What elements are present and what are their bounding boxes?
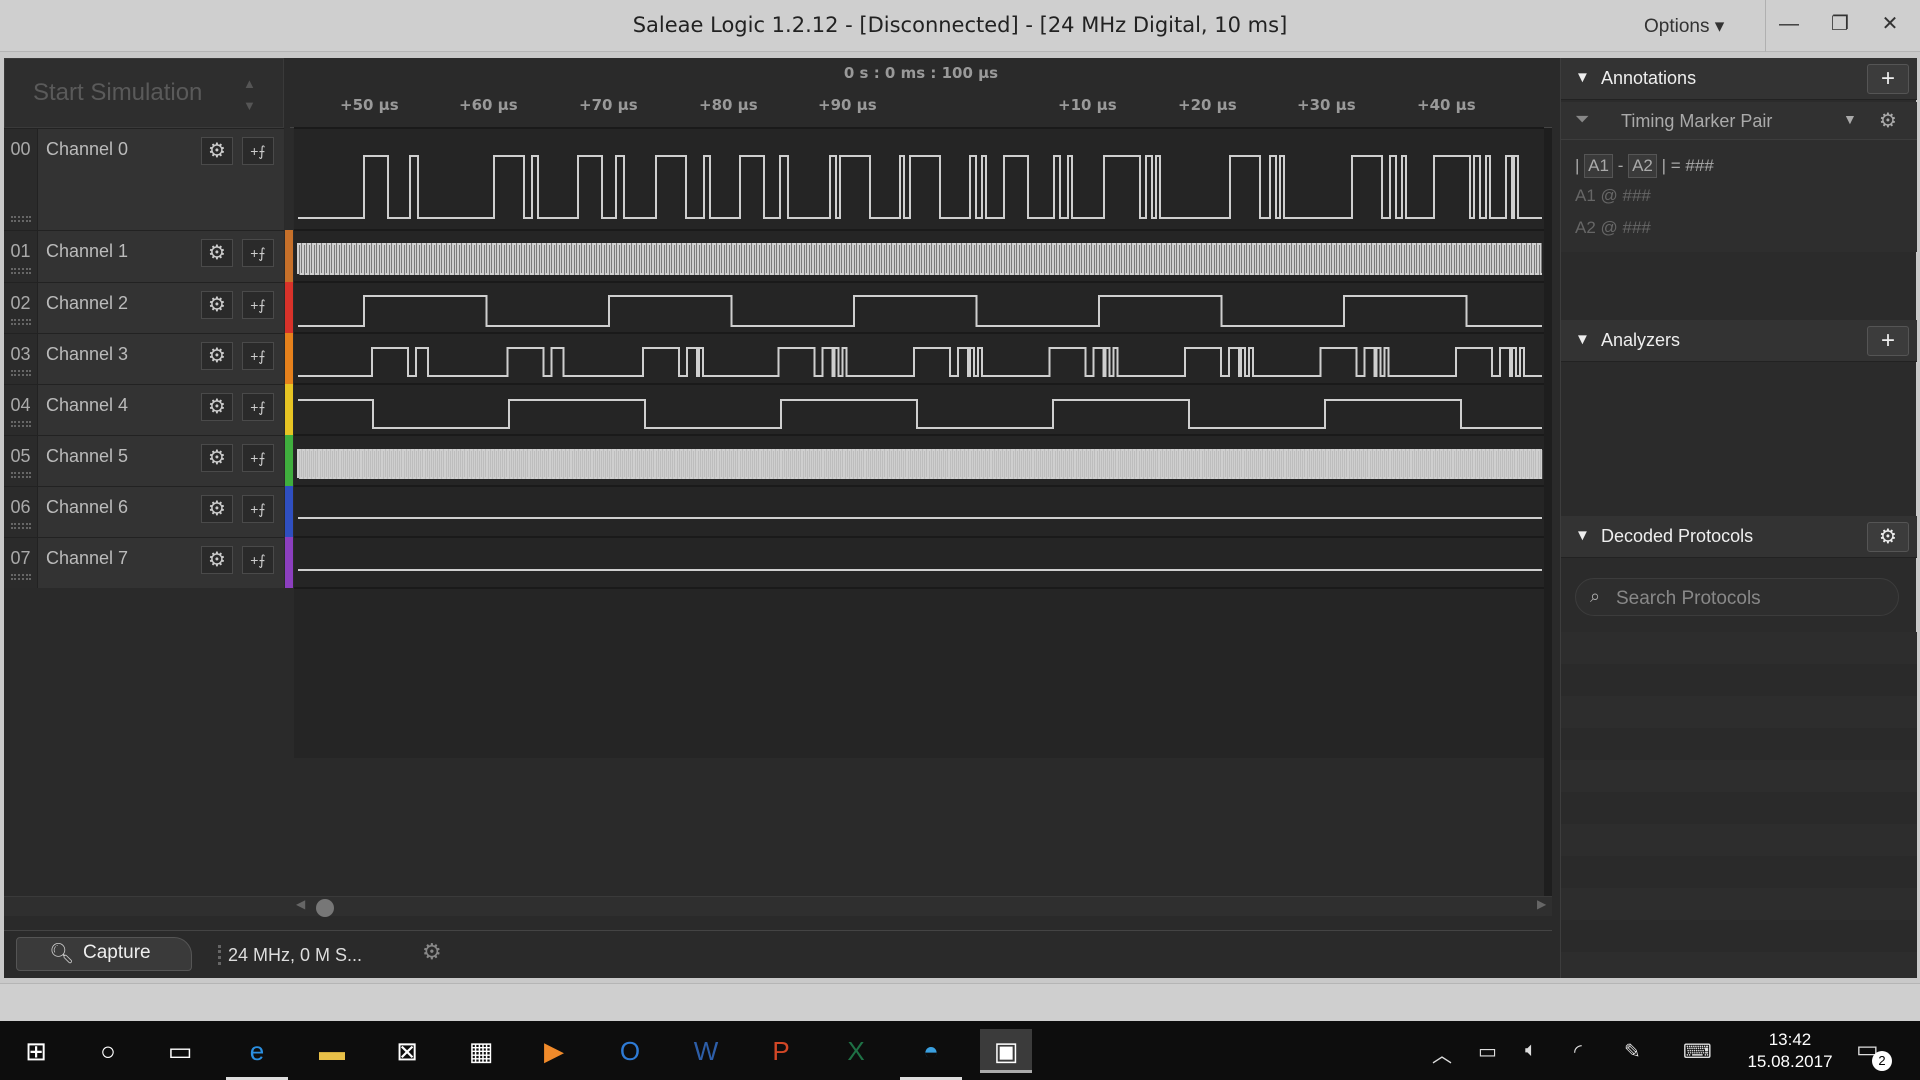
annotation-values: | A1 - A2 | = ### A1 @ ### A2 @ ### <box>1561 140 1917 252</box>
gear-icon[interactable]: ⚙ <box>422 939 442 965</box>
excel-icon[interactable]: X <box>830 1029 882 1073</box>
scroll-right-icon[interactable]: ▶ <box>1537 897 1546 911</box>
dropdown-triangle-icon[interactable]: ▼ <box>1843 111 1857 127</box>
status-bar <box>0 983 1920 1021</box>
scroll-thumb[interactable] <box>316 899 334 917</box>
capture-bar: 🔍︎ Capture 24 MHz, 0 M S... ⚙ <box>4 930 1552 978</box>
drag-handle-icon <box>218 945 221 965</box>
timing-marker-pair-row[interactable]: ⏷ Timing Marker Pair ▼ ⚙ <box>1561 102 1917 140</box>
volume-muted-icon[interactable]: 🔈︎ <box>1525 1039 1537 1062</box>
capture-tab[interactable]: 🔍︎ Capture <box>16 937 192 971</box>
chevron-down-icon: ▾ <box>1714 16 1725 37</box>
collapse-triangle-icon[interactable]: ▼ <box>1575 527 1590 544</box>
tray-chevron-up-icon[interactable]: ︿ <box>1432 1039 1452 1068</box>
store-icon[interactable]: ⊠ <box>381 1029 433 1073</box>
battery-icon[interactable]: ▭ <box>1478 1039 1497 1064</box>
annotations-header[interactable]: ▼ Annotations + <box>1561 58 1917 100</box>
minimize-button[interactable]: — <box>1765 6 1813 42</box>
options-label: Options <box>1644 16 1710 37</box>
marker-difference-line: | A1 - A2 | = ### <box>1575 154 1714 178</box>
difference-value: | = ### <box>1661 156 1714 175</box>
keyboard-icon[interactable]: ⌨ <box>1683 1039 1712 1064</box>
notification-count-badge: 2 <box>1872 1051 1892 1071</box>
channel-3-trace <box>298 347 1542 377</box>
sample-rate-label[interactable]: 24 MHz, 0 M S... <box>228 945 362 966</box>
calculator-icon[interactable]: ▦ <box>455 1029 507 1073</box>
media-player-icon[interactable]: ▶ <box>528 1029 580 1073</box>
wifi-icon[interactable]: ◜ <box>1574 1039 1582 1064</box>
a1-marker-button[interactable]: A1 <box>1584 154 1613 178</box>
outlook-icon[interactable]: O <box>604 1029 656 1073</box>
taskbar: ⊞ ○ ▭ e ▬ ⊠ ▦ ▶ O W P X ◓ ▣ ︿ ▭ 🔈︎ ◜ ✎ ⌨… <box>0 1021 1920 1080</box>
task-view-icon[interactable]: ▭ <box>154 1029 206 1073</box>
main-area: Start Simulation ▲ ▼ 00 Channel 0 ⚙ +⨍ 01 Chan… <box>4 58 1917 978</box>
gear-icon[interactable]: ⚙ <box>1879 108 1897 133</box>
system-clock[interactable]: 13:42 15.08.2017 <box>1740 1029 1840 1073</box>
file-explorer-icon[interactable]: ▬ <box>306 1029 358 1073</box>
app-icon[interactable]: ◓ <box>905 1029 957 1073</box>
channel-2-trace <box>298 295 1542 327</box>
search-icon: ⌕ <box>1590 586 1601 606</box>
collapse-triangle-icon[interactable]: ▼ <box>1575 331 1590 348</box>
windows-start-icon[interactable]: ⊞ <box>10 1029 62 1073</box>
window-title: Saleae Logic 1.2.12 - [Disconnected] - [… <box>632 13 1288 37</box>
scroll-left-icon[interactable]: ◀ <box>296 897 305 911</box>
channel-1-trace <box>297 243 1542 275</box>
timing-marker-pair-label: Timing Marker Pair <box>1621 111 1773 131</box>
gear-icon[interactable]: ⚙ <box>1867 522 1909 552</box>
clock-date: 15.08.2017 <box>1747 1052 1833 1071</box>
channel-5-trace <box>297 449 1543 479</box>
powerpoint-icon[interactable]: P <box>755 1029 807 1073</box>
pen-icon[interactable]: ✎ <box>1624 1039 1641 1064</box>
annotations-title: Annotations <box>1601 68 1697 88</box>
add-annotation-button[interactable]: + <box>1867 64 1909 94</box>
collapse-triangle-icon[interactable]: ▼ <box>1575 69 1590 86</box>
capture-label: Capture <box>83 942 151 963</box>
clock-time: 13:42 <box>1768 1030 1812 1049</box>
word-icon[interactable]: W <box>680 1029 732 1073</box>
horizontal-scrollbar[interactable]: ◀ ▶ <box>4 896 1552 917</box>
title-bar: Saleae Logic 1.2.12 - [Disconnected] - [… <box>0 0 1920 52</box>
search-protocols-input[interactable]: ⌕ Search Protocols <box>1575 578 1899 616</box>
decoded-protocols-list[interactable] <box>1561 632 1917 978</box>
line-prefix: | <box>1575 156 1580 175</box>
saleae-logic-icon[interactable]: ▣ <box>980 1029 1032 1073</box>
channel-0-trace <box>298 155 1542 219</box>
search-placeholder: Search Protocols <box>1616 588 1761 609</box>
options-menu-button[interactable]: Options ▾ <box>1644 15 1724 38</box>
marker-pin-icon: ⏷ <box>1575 109 1590 129</box>
analyzers-header[interactable]: ▼ Analyzers + <box>1561 320 1917 362</box>
channel-4-trace <box>298 399 1542 429</box>
restore-button[interactable]: ❐ <box>1816 6 1864 42</box>
a1-position-line: A1 @ ### <box>1575 186 1651 205</box>
edge-icon[interactable]: e <box>231 1029 283 1073</box>
decoded-protocols-title: Decoded Protocols <box>1601 526 1754 546</box>
app-window: Saleae Logic 1.2.12 - [Disconnected] - [… <box>0 0 1920 1021</box>
waveform-traces <box>294 127 1544 589</box>
analyzers-title: Analyzers <box>1601 330 1681 350</box>
add-analyzer-button[interactable]: + <box>1867 326 1909 356</box>
search-list-icon: 🔍︎ <box>49 943 75 965</box>
vertical-scrollbar[interactable] <box>1544 128 1552 896</box>
dash-text: - <box>1617 156 1624 175</box>
cortana-icon[interactable]: ○ <box>82 1029 134 1073</box>
close-button[interactable]: ✕ <box>1866 6 1914 42</box>
decoded-protocols-header[interactable]: ▼ Decoded Protocols ⚙ <box>1561 516 1917 558</box>
side-panel: ▼ Annotations + ⏷ Timing Marker Pair ▼ ⚙… <box>1560 58 1917 978</box>
a2-marker-button[interactable]: A2 <box>1628 154 1657 178</box>
a2-position-line: A2 @ ### <box>1575 218 1651 237</box>
